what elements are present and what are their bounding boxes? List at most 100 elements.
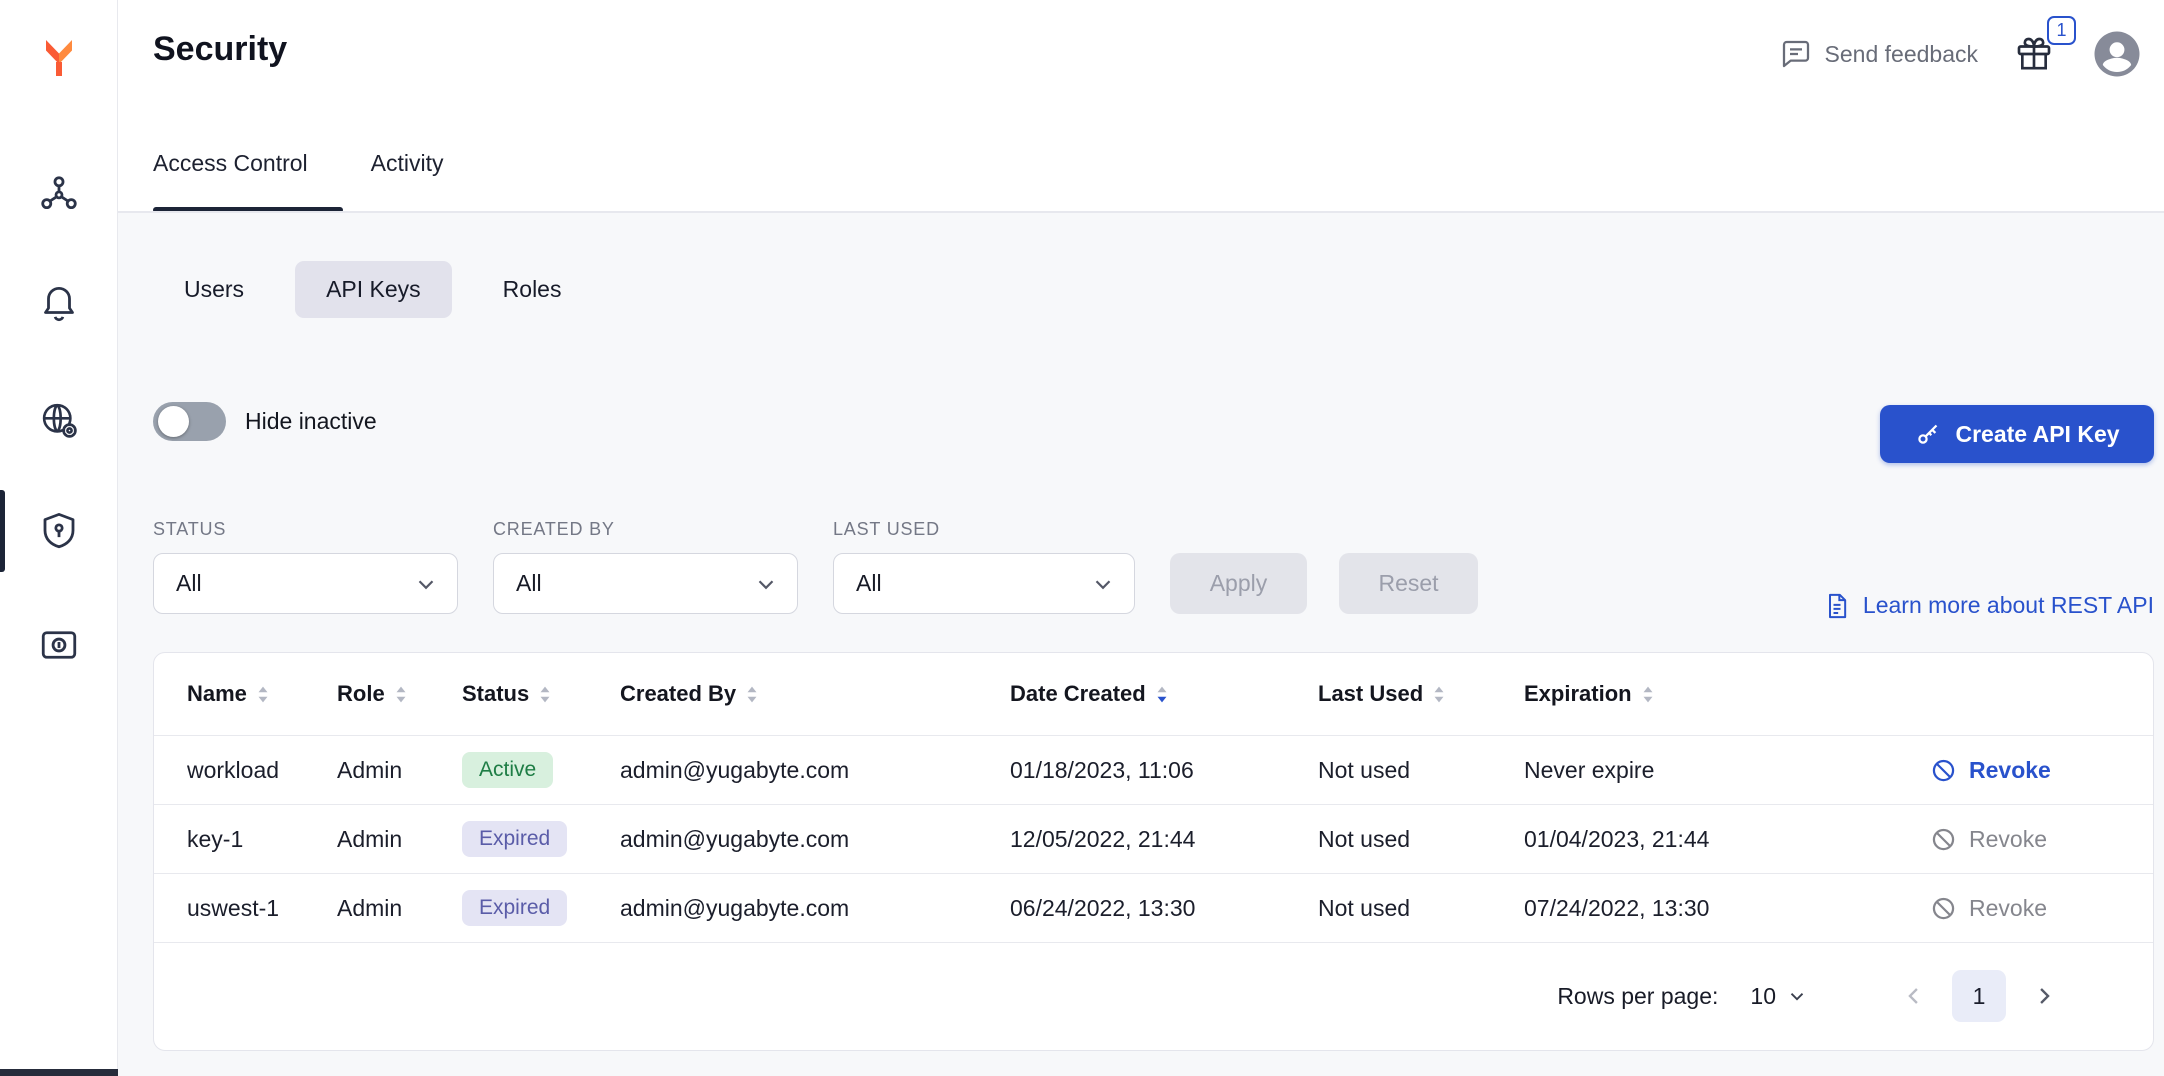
revoke-icon: [1930, 895, 1957, 922]
create-api-key-button[interactable]: Create API Key: [1880, 405, 2154, 463]
table-row: key-1 Admin Expired admin@yugabyte.com 1…: [154, 805, 2153, 874]
bell-icon[interactable]: [38, 281, 80, 323]
last-used-filter-label: LAST USED: [833, 519, 1135, 540]
yugabyte-logo-icon[interactable]: [35, 34, 83, 82]
revoke-button[interactable]: Revoke: [1930, 895, 2153, 922]
cell-last-used: Not used: [1318, 895, 1524, 922]
gift-button[interactable]: 1: [2014, 34, 2054, 74]
billing-icon[interactable]: [38, 624, 80, 666]
cell-created-by: admin@yugabyte.com: [620, 757, 1010, 784]
status-badge: Expired: [462, 890, 567, 926]
table-header-row: Name Role Status Created By Date Created: [154, 653, 2153, 736]
subtab-users[interactable]: Users: [153, 261, 275, 318]
tabs-divider: [118, 211, 2164, 213]
cell-status: Expired: [462, 890, 620, 926]
cell-date-created: 06/24/2022, 13:30: [1010, 895, 1318, 922]
send-feedback-button[interactable]: Send feedback: [1780, 38, 1978, 70]
learn-more-label: Learn more about REST API: [1863, 592, 2154, 619]
feedback-bubble-icon: [1780, 38, 1812, 70]
status-badge: Expired: [462, 821, 567, 857]
created-by-filter-label: CREATED BY: [493, 519, 798, 540]
sort-icon[interactable]: [394, 685, 408, 704]
cell-role: Admin: [337, 757, 462, 784]
status-badge: Active: [462, 752, 553, 788]
sort-icon[interactable]: [256, 685, 270, 704]
user-avatar[interactable]: [2090, 27, 2144, 81]
created-by-filter-select[interactable]: All: [493, 553, 798, 614]
revoke-icon: [1930, 826, 1957, 853]
column-header-status[interactable]: Status: [462, 681, 620, 707]
revoke-label: Revoke: [1969, 757, 2051, 784]
column-label: Date Created: [1010, 681, 1146, 707]
hide-inactive-toggle[interactable]: [153, 402, 226, 441]
revoke-button[interactable]: Revoke: [1930, 826, 2153, 853]
filter-bar: STATUS All CREATED BY All LAST USED All: [153, 519, 1478, 614]
sort-icon[interactable]: [1641, 685, 1655, 704]
last-used-filter-value: All: [856, 570, 882, 597]
status-filter: STATUS All: [153, 519, 458, 614]
chevron-down-icon: [1090, 571, 1116, 597]
tab-access-control[interactable]: Access Control: [153, 150, 308, 187]
status-filter-label: STATUS: [153, 519, 458, 540]
column-label: Expiration: [1524, 681, 1632, 707]
previous-page-icon[interactable]: [1900, 982, 1928, 1010]
rows-per-page-value: 10: [1750, 983, 1776, 1010]
sort-icon-active-desc[interactable]: [1155, 685, 1169, 704]
column-header-date-created[interactable]: Date Created: [1010, 681, 1318, 707]
cell-last-used: Not used: [1318, 757, 1524, 784]
column-header-name[interactable]: Name: [187, 681, 337, 707]
hide-inactive-row: Hide inactive: [153, 402, 377, 441]
apply-button[interactable]: Apply: [1170, 553, 1307, 614]
cell-status: Expired: [462, 821, 620, 857]
reset-button[interactable]: Reset: [1339, 553, 1478, 614]
table-row: workload Admin Active admin@yugabyte.com…: [154, 736, 2153, 805]
cell-expiration: 01/04/2023, 21:44: [1524, 826, 1930, 853]
pagination: 1: [1900, 970, 2058, 1022]
column-header-expiration[interactable]: Expiration: [1524, 681, 1930, 707]
column-header-last-used[interactable]: Last Used: [1318, 681, 1524, 707]
column-label: Status: [462, 681, 529, 707]
rows-per-page-label: Rows per page:: [1557, 983, 1718, 1010]
column-label: Last Used: [1318, 681, 1423, 707]
clusters-icon[interactable]: [38, 173, 80, 215]
chevron-down-icon: [1786, 985, 1808, 1007]
column-label: Name: [187, 681, 247, 707]
sort-icon[interactable]: [538, 685, 552, 704]
chevron-down-icon: [413, 571, 439, 597]
sort-icon[interactable]: [1432, 685, 1446, 704]
learn-more-link[interactable]: Learn more about REST API: [1823, 575, 2154, 636]
subtab-api-keys[interactable]: API Keys: [295, 261, 452, 318]
status-filter-value: All: [176, 570, 202, 597]
current-page-button[interactable]: 1: [1952, 970, 2006, 1022]
create-api-key-label: Create API Key: [1955, 421, 2119, 448]
cell-status: Active: [462, 752, 620, 788]
column-header-created-by[interactable]: Created By: [620, 681, 1010, 707]
key-icon: [1914, 421, 1941, 448]
cell-created-by: admin@yugabyte.com: [620, 826, 1010, 853]
sidebar: [0, 0, 118, 1076]
globe-gear-icon[interactable]: [38, 399, 80, 441]
cell-role: Admin: [337, 826, 462, 853]
bottom-strip: [0, 1069, 118, 1076]
rows-per-page-select[interactable]: 10: [1750, 983, 1808, 1010]
notification-badge: 1: [2047, 16, 2076, 45]
cell-date-created: 12/05/2022, 21:44: [1010, 826, 1318, 853]
revoke-button[interactable]: Revoke: [1930, 757, 2153, 784]
cell-name: uswest-1: [187, 895, 337, 922]
subtab-roles[interactable]: Roles: [472, 261, 593, 318]
column-header-role[interactable]: Role: [337, 681, 462, 707]
column-label: Created By: [620, 681, 736, 707]
tab-bar: Access Control Activity: [153, 150, 444, 187]
security-page: Security Send feedback 1: [0, 0, 2164, 1076]
sort-icon[interactable]: [745, 685, 759, 704]
cell-role: Admin: [337, 895, 462, 922]
created-by-filter: CREATED BY All: [493, 519, 798, 614]
tab-activity[interactable]: Activity: [371, 150, 444, 187]
shield-lock-icon[interactable]: [38, 510, 80, 552]
status-filter-select[interactable]: All: [153, 553, 458, 614]
next-page-icon[interactable]: [2030, 982, 2058, 1010]
cell-created-by: admin@yugabyte.com: [620, 895, 1010, 922]
last-used-filter-select[interactable]: All: [833, 553, 1135, 614]
chevron-down-icon: [753, 571, 779, 597]
revoke-icon: [1930, 757, 1957, 784]
